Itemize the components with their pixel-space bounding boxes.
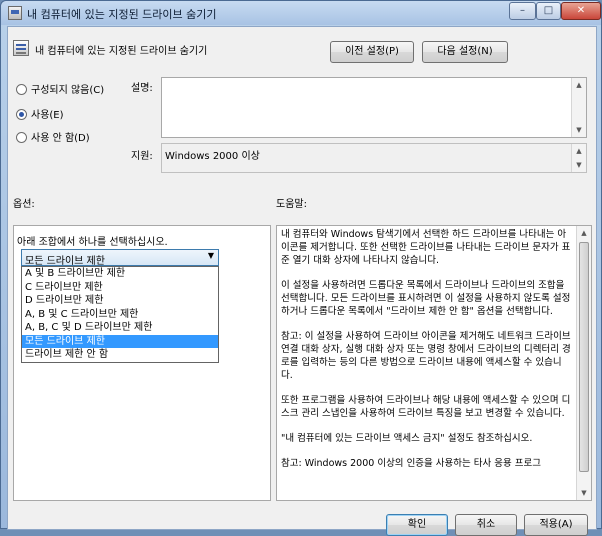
window-title: 내 컴퓨터에 있는 지정된 드라이브 숨기기 (27, 8, 217, 21)
description-field[interactable]: ▲ ▼ (161, 77, 587, 138)
options-prompt: 아래 조합에서 하나를 선택하십시오. (17, 237, 168, 248)
radio-disabled[interactable]: 사용 안 함(D) (16, 129, 90, 144)
dropdown-option-selected[interactable]: 모든 드라이브 제한 (22, 334, 218, 348)
help-paragraph: "내 컴퓨터에 있는 드라이브 액세스 금지" 설정도 참조하십시오. (281, 433, 533, 444)
help-scrollbar[interactable]: ▲ ▼ (576, 226, 591, 500)
dropdown-option[interactable]: A, B, C 및 D 드라이브만 제한 (22, 321, 218, 335)
options-panel: 아래 조합에서 하나를 선택하십시오. 모든 드라이브 제한 ▼ A 및 B 드… (13, 225, 271, 501)
next-setting-button[interactable]: 다음 설정(N) (422, 41, 508, 63)
radio-button[interactable] (16, 84, 27, 95)
help-paragraph: 참고: 이 설정을 사용하여 드라이브 아이콘을 제거해도 네트워크 드라이브 … (281, 331, 571, 381)
minimize-button[interactable]: – (509, 2, 536, 20)
apply-button[interactable]: 적용(A) (524, 514, 588, 536)
close-button[interactable]: ✕ (561, 2, 601, 20)
scroll-up-icon[interactable]: ▲ (577, 226, 591, 240)
help-paragraph: 또한 프로그램을 사용하여 드라이브나 해당 내용에 액세스할 수 있으며 디스… (281, 395, 571, 419)
drive-combo-box[interactable]: 모든 드라이브 제한 ▼ (21, 249, 219, 267)
setting-title: 내 컴퓨터에 있는 지정된 드라이브 숨기기 (35, 46, 208, 57)
support-label: 지원: (131, 151, 153, 162)
scroll-thumb[interactable] (579, 242, 589, 472)
description-label: 설명: (131, 83, 153, 94)
maximize-button[interactable]: □ (536, 2, 561, 20)
radio-button[interactable] (16, 132, 27, 143)
help-paragraph: 내 컴퓨터와 Windows 탐색기에서 선택한 하드 드라이브를 나타내는 아… (281, 229, 571, 266)
dropdown-option[interactable]: A, B 및 C 드라이브만 제한 (22, 308, 218, 322)
previous-setting-button[interactable]: 이전 설정(P) (330, 41, 414, 63)
help-panel: 내 컴퓨터와 Windows 탐색기에서 선택한 하드 드라이브를 나타내는 아… (276, 225, 592, 501)
help-label: 도움말: (276, 199, 307, 210)
dialog-client-area: 내 컴퓨터에 있는 지정된 드라이브 숨기기 이전 설정(P) 다음 설정(N)… (7, 26, 597, 536)
help-paragraph: 이 설정을 사용하려면 드롭다운 목록에서 드라이브나 드라이브의 조합을 선택… (281, 280, 571, 317)
description-scrollbar[interactable]: ▲ ▼ (571, 78, 586, 137)
help-text: 내 컴퓨터와 Windows 탐색기에서 선택한 하드 드라이브를 나타내는 아… (281, 228, 573, 482)
title-bar[interactable]: 내 컴퓨터에 있는 지정된 드라이브 숨기기 – □ ✕ (1, 1, 601, 25)
scroll-down-icon[interactable]: ▼ (572, 123, 586, 137)
setting-icon (13, 40, 29, 56)
radio-label: 사용(E) (31, 110, 64, 121)
support-field: Windows 2000 이상 ▲ ▼ (161, 143, 587, 173)
dropdown-option[interactable]: 드라이브 제한 안 함 (22, 348, 218, 362)
scroll-down-icon[interactable]: ▼ (572, 158, 586, 172)
dropdown-option[interactable]: A 및 B 드라이브만 제한 (22, 267, 218, 281)
policy-setting-icon (8, 6, 22, 20)
chevron-down-icon[interactable]: ▼ (208, 251, 214, 260)
dropdown-option[interactable]: D 드라이브만 제한 (22, 294, 218, 308)
scroll-down-icon[interactable]: ▼ (577, 486, 591, 500)
cancel-button[interactable]: 취소 (455, 514, 517, 536)
radio-label: 구성되지 않음(C) (31, 85, 105, 96)
scroll-up-icon[interactable]: ▲ (572, 144, 586, 158)
scroll-up-icon[interactable]: ▲ (572, 78, 586, 92)
combo-selected-value: 모든 드라이브 제한 (25, 256, 105, 267)
radio-button[interactable] (16, 109, 27, 120)
ok-button[interactable]: 확인 (386, 514, 448, 536)
policy-editor-window: 내 컴퓨터에 있는 지정된 드라이브 숨기기 – □ ✕ 내 컴퓨터에 있는 지… (0, 0, 602, 536)
support-scrollbar[interactable]: ▲ ▼ (571, 144, 586, 172)
support-value: Windows 2000 이상 (165, 151, 260, 162)
options-label: 옵션: (13, 199, 35, 210)
drive-dropdown-list[interactable]: A 및 B 드라이브만 제한 C 드라이브만 제한 D 드라이브만 제한 A, … (21, 266, 219, 363)
help-paragraph: 참고: Windows 2000 이상의 인증을 사용하는 타사 응용 프로그 (281, 458, 542, 469)
radio-enabled[interactable]: 사용(E) (16, 106, 64, 121)
radio-not-configured[interactable]: 구성되지 않음(C) (16, 81, 104, 96)
dropdown-option[interactable]: C 드라이브만 제한 (22, 281, 218, 295)
radio-label: 사용 안 함(D) (31, 133, 90, 144)
